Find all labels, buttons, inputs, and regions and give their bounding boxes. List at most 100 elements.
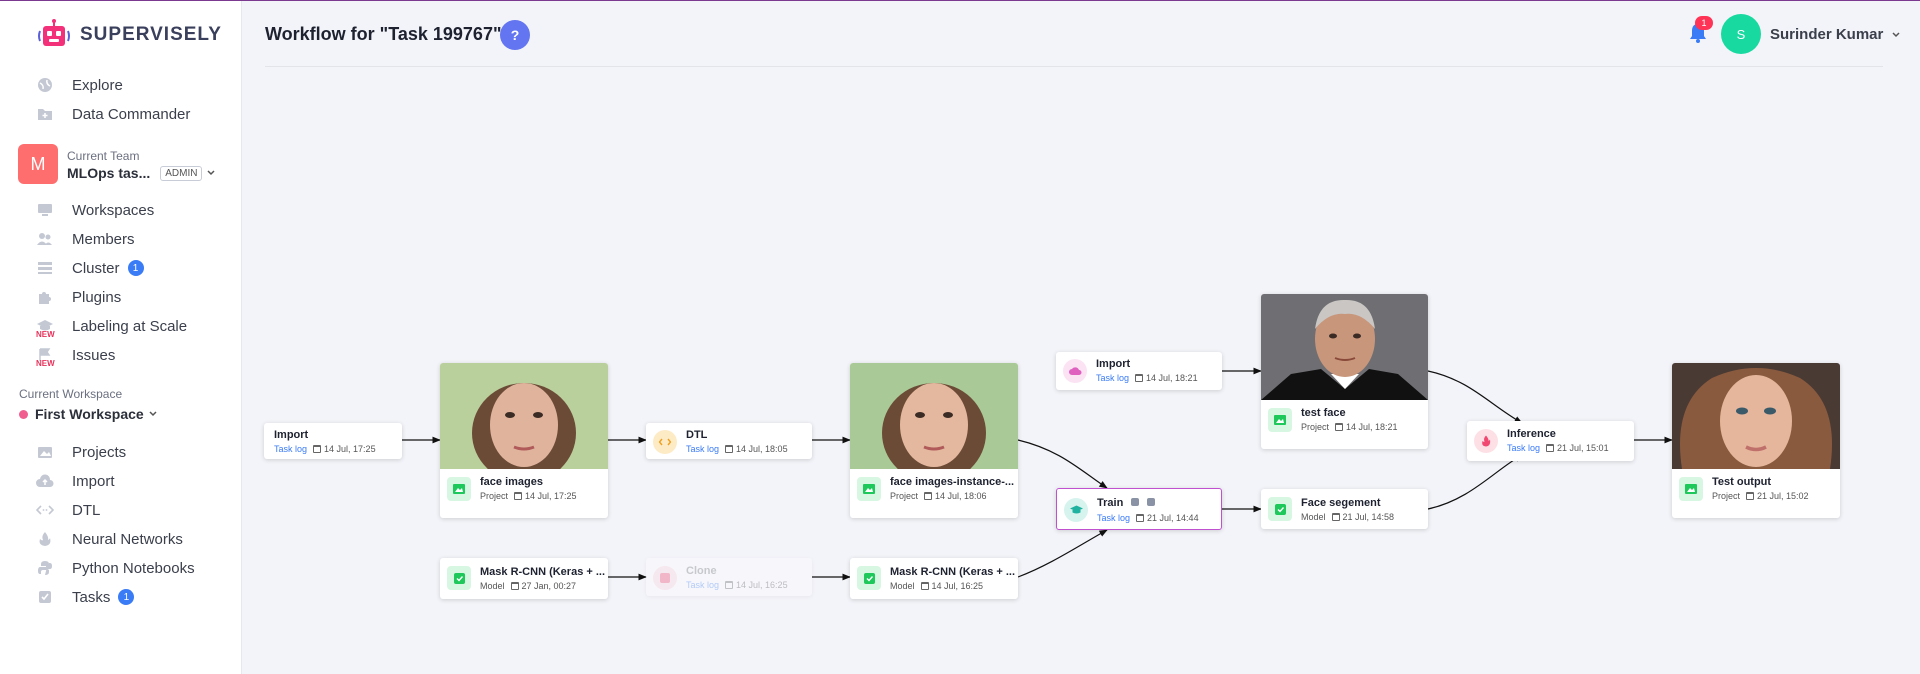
flame-icon <box>1474 429 1498 453</box>
edge <box>1427 370 1523 424</box>
node-date: 21 Jul, 15:02 <box>1757 491 1809 501</box>
node-model-face-segement[interactable]: Face segement Model 21 Jul, 14:58 <box>1261 489 1428 529</box>
sidebar-item-workspaces[interactable]: Workspaces <box>36 199 154 221</box>
node-footer: Test output Project 21 Jul, 15:02 <box>1672 470 1840 512</box>
face-thumbnail <box>440 363 608 469</box>
calendar-icon <box>1136 514 1145 522</box>
sidebar-item-label: Issues <box>72 346 116 364</box>
code-icon <box>36 501 54 519</box>
calendar-icon <box>920 582 929 590</box>
project-icon <box>1679 477 1703 501</box>
team-label: Current Team <box>67 149 140 163</box>
project-icon <box>857 477 881 501</box>
sidebar-item-neural-networks[interactable]: Neural Networks <box>36 528 183 550</box>
sidebar-item-plugins[interactable]: Plugins <box>36 286 121 308</box>
node-date: 14 Jul, 18:05 <box>736 444 788 454</box>
sidebar-item-tasks[interactable]: Tasks 1 <box>36 586 135 608</box>
project-icon <box>447 477 471 501</box>
sidebar: SUPERVISELY Explore Data Commander M Cur… <box>0 1 242 674</box>
sidebar-item-dtl[interactable]: DTL <box>36 499 100 521</box>
node-train[interactable]: Train Task log 21 Jul, 14:44 <box>1056 488 1222 530</box>
task-log-link[interactable]: Task log <box>686 444 719 454</box>
graduation-icon <box>1064 498 1088 522</box>
edge <box>1017 439 1108 489</box>
calendar-icon <box>1746 492 1755 500</box>
task-log-link[interactable]: Task log <box>1096 373 1129 383</box>
node-date: 14 Jul, 18:21 <box>1346 422 1398 432</box>
node-meta: Project 21 Jul, 15:02 <box>1712 491 1809 501</box>
sidebar-item-import[interactable]: Import <box>36 470 115 492</box>
node-project-face-images[interactable]: face images Project 14 Jul, 17:25 <box>440 363 608 518</box>
node-clone[interactable]: Clone Task log 14 Jul, 16:25 <box>646 558 812 596</box>
model-icon <box>1268 497 1292 521</box>
globe-icon <box>36 76 54 94</box>
node-date: 14 Jul, 18:21 <box>1146 373 1198 383</box>
node-meta: Task log 21 Jul, 14:44 <box>1097 513 1199 523</box>
user-menu[interactable]: Surinder Kumar <box>1770 26 1901 43</box>
sidebar-item-explore[interactable]: Explore <box>36 74 123 96</box>
logo-text: SUPERVISELY <box>80 24 222 45</box>
sidebar-item-label: Neural Networks <box>72 530 183 548</box>
sidebar-item-python-notebooks[interactable]: Python Notebooks <box>36 557 195 579</box>
sidebar-item-label: Labeling at Scale <box>72 317 188 335</box>
code-icon <box>653 430 677 454</box>
team-avatar[interactable]: M <box>18 144 58 184</box>
task-log-link[interactable]: Task log <box>686 580 719 590</box>
graduation-icon: NEW <box>36 317 55 339</box>
users-icon <box>36 230 54 248</box>
node-title: Mask R-CNN (Keras + ... <box>480 566 606 578</box>
node-type: Model <box>890 581 915 591</box>
node-type: Model <box>480 581 505 591</box>
node-project-test-output[interactable]: Test output Project 21 Jul, 15:02 <box>1672 363 1840 518</box>
task-log-link[interactable]: Task log <box>1097 513 1130 523</box>
sidebar-item-labeling-at-scale[interactable]: NEW Labeling at Scale <box>36 315 188 340</box>
help-button[interactable]: ? <box>500 20 530 50</box>
node-meta: Project 14 Jul, 18:21 <box>1301 422 1398 432</box>
header-divider <box>265 66 1883 67</box>
chevron-down-icon <box>1892 31 1900 37</box>
node-import-2[interactable]: Import Task log 14 Jul, 18:21 <box>1056 352 1222 390</box>
sidebar-item-label: Workspaces <box>72 201 155 219</box>
model-icon <box>447 566 471 590</box>
node-model-mask-rcnn[interactable]: Mask R-CNN (Keras + ... Model 27 Jan, 00:… <box>440 558 608 599</box>
new-tag: NEW <box>36 359 55 368</box>
workspace-name: First Workspace <box>35 406 144 422</box>
team-selector[interactable]: MLOps tas... ADMIN <box>67 165 216 181</box>
node-footer: test face Project 14 Jul, 18:21 <box>1261 401 1428 443</box>
node-title: Clone <box>686 565 717 577</box>
supervisely-logo[interactable]: SUPERVISELY <box>36 17 222 53</box>
node-inference[interactable]: Inference Task log 21 Jul, 15:01 <box>1467 421 1634 461</box>
node-meta: Task log 14 Jul, 18:05 <box>686 444 788 454</box>
node-meta: Model 27 Jan, 00:27 <box>480 581 576 591</box>
node-date: 21 Jul, 14:58 <box>1342 512 1395 522</box>
node-meta: Model 21 Jul, 14:58 <box>1301 512 1394 522</box>
folder-plus-icon <box>36 105 54 123</box>
node-model-mask-rcnn-2[interactable]: Mask R-CNN (Keras + ... Model 14 Jul, 16:… <box>850 558 1018 599</box>
checkbox-icon <box>653 566 677 590</box>
sidebar-item-projects[interactable]: Projects <box>36 441 126 463</box>
node-project-test-face[interactable]: test face Project 14 Jul, 18:21 <box>1261 294 1428 449</box>
sidebar-item-label: Python Notebooks <box>72 559 195 577</box>
sidebar-item-issues[interactable]: NEW Issues <box>36 344 116 369</box>
sidebar-item-members[interactable]: Members <box>36 228 135 250</box>
sidebar-item-cluster[interactable]: Cluster 1 <box>36 257 144 279</box>
workspace-selector[interactable]: First Workspace <box>19 406 158 422</box>
node-title: Train <box>1097 497 1124 509</box>
task-log-link[interactable]: Task log <box>1507 443 1540 453</box>
sidebar-item-label: Plugins <box>72 288 122 306</box>
sidebar-item-label: Import <box>72 472 115 490</box>
node-import[interactable]: Import Task log 14 Jul, 17:25 <box>264 423 402 459</box>
user-avatar[interactable]: S <box>1721 14 1761 54</box>
sidebar-item-label: DTL <box>72 501 101 519</box>
monitor-icon <box>36 201 54 219</box>
sidebar-item-label: Tasks <box>72 588 111 606</box>
task-log-link[interactable]: Task log <box>274 444 307 454</box>
node-title: face images-instance-... <box>890 476 1015 488</box>
node-date: 14 Jul, 18:06 <box>935 491 987 501</box>
sidebar-item-data-commander[interactable]: Data Commander <box>36 103 190 125</box>
node-dtl[interactable]: DTL Task log 14 Jul, 18:05 <box>646 423 812 459</box>
cloud-upload-icon <box>1063 359 1087 383</box>
node-date: 21 Jul, 15:01 <box>1557 443 1609 453</box>
face-thumbnail <box>1672 363 1840 469</box>
node-project-face-instance[interactable]: face images-instance-... Project 14 Jul, … <box>850 363 1018 518</box>
